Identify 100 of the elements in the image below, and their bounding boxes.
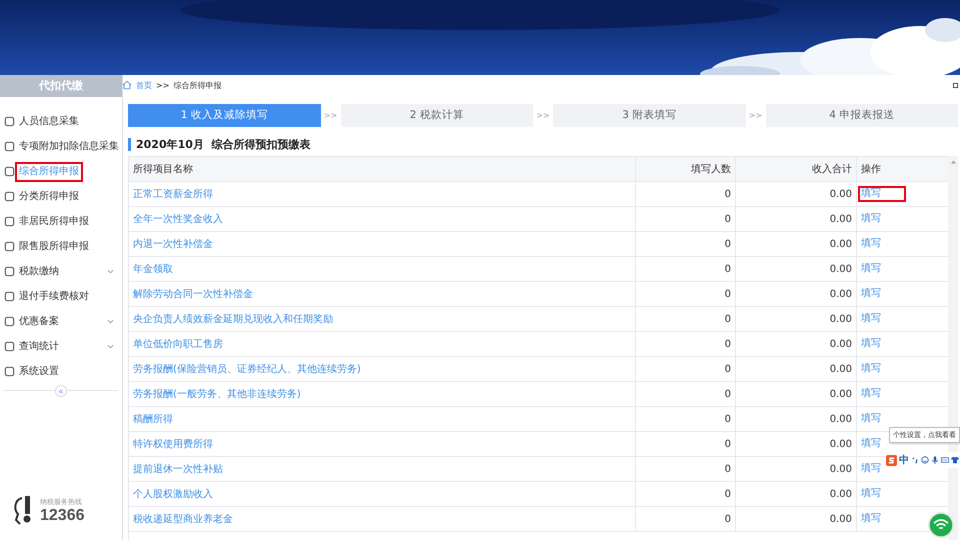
income-item-link[interactable]: 劳务报酬(一般劳务、其他非连续劳务) — [133, 387, 301, 401]
income-item-link[interactable]: 内退一次性补偿金 — [133, 237, 213, 251]
table-cell: 0.00 — [736, 282, 857, 306]
sidebar-item[interactable]: 综合所得申报 — [0, 159, 122, 184]
income-item-link[interactable]: 个人股权激励收入 — [133, 487, 213, 501]
fill-link[interactable]: 填写 — [861, 263, 881, 275]
input-mode-toggle[interactable]: 中 — [899, 453, 909, 467]
menu-item-icon — [4, 116, 15, 127]
ime-logo-icon[interactable] — [886, 454, 897, 466]
fill-link[interactable]: 填写 — [861, 513, 881, 525]
income-item-link[interactable]: 单位低价向职工售房 — [133, 337, 223, 351]
punctuation-icon[interactable] — [911, 456, 919, 464]
table-cell: 0.00 — [736, 457, 857, 481]
income-item-link[interactable]: 劳务报酬(保险营销员、证券经纪人、其他连续劳务) — [133, 362, 361, 376]
sidebar-item[interactable]: 系统设置 — [0, 359, 122, 384]
menu-item-icon — [4, 266, 15, 277]
fill-link[interactable]: 填写 — [861, 488, 881, 500]
table-cell: 0 — [636, 332, 736, 356]
chevron-down-icon — [107, 344, 114, 349]
fill-link[interactable]: 填写 — [861, 438, 881, 450]
sidebar-item[interactable]: 人员信息采集 — [0, 109, 122, 134]
table-cell: 0 — [636, 507, 736, 531]
menu-item-icon — [4, 366, 15, 377]
column-header: 所得项目名称 — [129, 157, 636, 181]
keyboard-icon[interactable] — [941, 456, 949, 464]
column-header: 填写人数 — [636, 157, 736, 181]
table-cell: 0.00 — [736, 507, 857, 531]
collapse-button[interactable]: « — [55, 385, 67, 397]
scrollbar[interactable] — [948, 156, 958, 540]
sidebar-title: 代扣代缴 — [0, 75, 122, 97]
table-cell: 0.00 — [736, 432, 857, 456]
fill-link[interactable]: 填写 — [861, 238, 881, 250]
sidebar-item[interactable]: 退付手续费核对 — [0, 284, 122, 309]
fill-link[interactable]: 填写 — [861, 388, 881, 400]
table-cell: 0 — [636, 232, 736, 256]
fill-link[interactable]: 填写 — [861, 463, 881, 475]
income-item-link[interactable]: 提前退休一次性补贴 — [133, 462, 223, 476]
step-tab[interactable]: 3 附表填写 — [553, 104, 746, 127]
home-icon — [122, 80, 132, 90]
table-cell: 0.00 — [736, 357, 857, 381]
income-item-link[interactable]: 全年一次性奖金收入 — [133, 212, 223, 226]
fill-link[interactable]: 填写 — [861, 213, 881, 225]
income-item-link[interactable]: 稿酬所得 — [133, 412, 173, 426]
sidebar-item[interactable]: 限售股所得申报 — [0, 234, 122, 259]
table-cell: 0 — [636, 307, 736, 331]
fill-link[interactable]: 填写 — [861, 288, 881, 300]
sidebar-item[interactable]: 分类所得申报 — [0, 184, 122, 209]
breadcrumb-current: 综合所得申报 — [173, 80, 222, 90]
income-item-link[interactable]: 年金领取 — [133, 262, 173, 276]
table-cell: 0.00 — [736, 332, 857, 356]
step-tab[interactable]: 1 收入及减除填写 — [128, 104, 320, 127]
section-title: 2020年10月 综合所得预扣预缴表 — [128, 138, 958, 151]
home-link[interactable]: 首页 — [136, 80, 152, 90]
highlight-box — [858, 186, 906, 202]
hotline-number: 12366 — [40, 507, 84, 525]
sidebar-item[interactable]: 税款缴纳 — [0, 259, 122, 284]
table-cell: 0 — [636, 482, 736, 506]
menu-item-icon — [4, 216, 15, 227]
chevron-down-icon — [107, 319, 114, 324]
step-separator: >> — [535, 111, 551, 120]
menu-item-icon — [4, 341, 15, 352]
sidebar-item[interactable]: 非居民所得申报 — [0, 209, 122, 234]
sidebar-item[interactable]: 优惠备案 — [0, 309, 122, 334]
fill-link[interactable]: 填写 — [861, 338, 881, 350]
step-tab[interactable]: 4 申报表报送 — [766, 104, 958, 127]
table-cell: 0 — [636, 257, 736, 281]
table-cell: 0 — [636, 407, 736, 431]
fill-link[interactable]: 填写 — [861, 413, 881, 425]
microphone-icon[interactable] — [931, 456, 939, 464]
smiley-icon[interactable] — [921, 456, 929, 464]
income-item-link[interactable]: 解除劳动合同一次性补偿金 — [133, 287, 253, 301]
table-cell: 0.00 — [736, 207, 857, 231]
income-item-link[interactable]: 特许权使用费所得 — [133, 437, 213, 451]
shirt-icon[interactable] — [951, 456, 959, 464]
income-item-link[interactable]: 央企负责人绩效薪金延期兑现收入和任期奖励 — [133, 312, 333, 326]
table-cell: 0 — [636, 207, 736, 231]
sidebar-item[interactable]: 查询统计 — [0, 334, 122, 359]
maximize-icon[interactable] — [953, 82, 958, 88]
table-cell: 0 — [636, 432, 736, 456]
chevron-down-icon — [107, 269, 114, 274]
table-cell: 0 — [636, 382, 736, 406]
table-cell: 0 — [636, 282, 736, 306]
income-item-link[interactable]: 正常工资薪金所得 — [133, 187, 213, 201]
fill-link[interactable]: 填写 — [861, 313, 881, 325]
menu-item-icon — [4, 166, 15, 177]
fill-link[interactable]: 填写 — [861, 363, 881, 375]
step-tab[interactable]: 2 税款计算 — [340, 104, 533, 127]
step-separator: >> — [322, 111, 338, 120]
table-cell: 0.00 — [736, 307, 857, 331]
wifi-icon[interactable] — [928, 512, 954, 538]
menu-item-icon — [4, 191, 15, 202]
table-cell: 0.00 — [736, 182, 857, 206]
menu-item-icon — [4, 241, 15, 252]
sidebar-item[interactable]: 专项附加扣除信息采集 — [0, 134, 122, 159]
table-cell: 0.00 — [736, 257, 857, 281]
menu-item-icon — [4, 291, 15, 302]
menu-item-icon — [4, 141, 15, 152]
table-cell: 0.00 — [736, 232, 857, 256]
fill-link[interactable]: 填写 — [861, 188, 881, 200]
income-item-link[interactable]: 税收递延型商业养老金 — [133, 512, 233, 526]
